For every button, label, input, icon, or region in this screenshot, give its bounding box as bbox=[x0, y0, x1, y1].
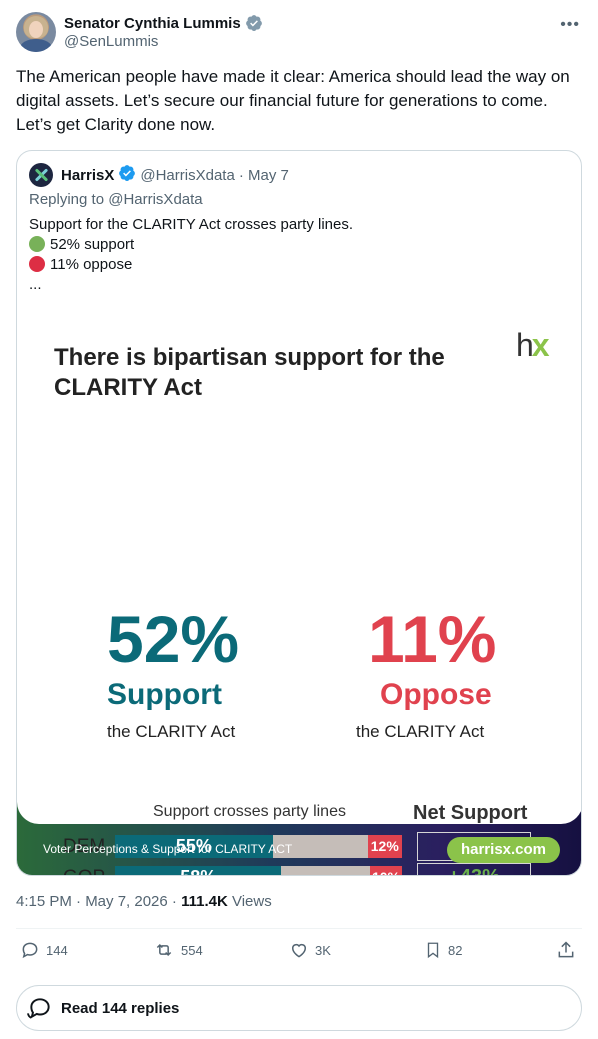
tweet-text: The American people have made it clear: … bbox=[16, 67, 570, 134]
share-icon bbox=[558, 941, 574, 958]
footer-caption: Voter Perceptions & Support for CLARITY … bbox=[43, 842, 293, 856]
quote-support-line: 52% support bbox=[29, 235, 353, 255]
author-avatar[interactable] bbox=[16, 12, 56, 52]
quote-avatar[interactable] bbox=[29, 163, 53, 187]
reply-button[interactable]: 144 bbox=[20, 940, 68, 960]
harrisx-logo: hx bbox=[516, 327, 550, 363]
quote-oppose-line: 11% oppose bbox=[29, 255, 353, 275]
views-count: 111.4K bbox=[181, 893, 228, 910]
share-button[interactable] bbox=[556, 940, 576, 960]
net-support-title: Net Support bbox=[413, 802, 528, 824]
like-button[interactable]: 3K bbox=[289, 940, 331, 960]
quote-line-1: Support for the CLARITY Act crosses part… bbox=[29, 216, 354, 233]
bars-title: Support crosses party lines bbox=[153, 803, 346, 820]
divider bbox=[16, 928, 582, 929]
quote-replying-to: Replying to @HarrisXdata bbox=[29, 191, 203, 208]
heart-icon bbox=[292, 943, 306, 958]
bar-track-gop: 58% 10% bbox=[115, 866, 402, 875]
net-support-gop: +43% bbox=[417, 863, 531, 875]
verified-badge-icon bbox=[245, 14, 263, 32]
tweet-header: Senator Cynthia Lummis @SenLummis ••• bbox=[16, 12, 582, 56]
author-name-row: Senator Cynthia Lummis bbox=[64, 13, 263, 33]
harrisx-link-pill: harrisx.com bbox=[447, 837, 560, 863]
bookmark-icon bbox=[427, 942, 439, 959]
quote-verified-icon bbox=[118, 164, 136, 186]
infographic-card: There is bipartisan support for the CLAR… bbox=[17, 301, 581, 875]
quote-author-name[interactable]: HarrisX bbox=[61, 167, 114, 184]
infographic-title: There is bipartisan support for the CLAR… bbox=[54, 344, 445, 401]
tweet-timestamp[interactable]: 4:15 PM · May 7, 2026 · 111.4K Views bbox=[16, 893, 272, 910]
party-label-gop: GOP bbox=[63, 867, 113, 875]
quote-body: Support for the CLARITY Act crosses part… bbox=[29, 215, 353, 295]
action-bar: 144 554 3K 82 bbox=[16, 940, 582, 968]
more-options-icon[interactable]: ••• bbox=[560, 16, 580, 34]
bookmark-button[interactable]: 82 bbox=[424, 940, 462, 960]
infographic-image[interactable]: There is bipartisan support for the CLAR… bbox=[17, 301, 581, 875]
oppose-sub-label: the CLARITY Act bbox=[356, 722, 485, 741]
oppose-bar-gop: 10% bbox=[370, 866, 402, 875]
quote-handle[interactable]: @HarrisXdata bbox=[140, 167, 234, 184]
support-label: Support bbox=[107, 678, 222, 711]
repost-icon bbox=[156, 943, 172, 957]
oppose-label: Oppose bbox=[380, 678, 492, 711]
oppose-percent: 11% bbox=[368, 602, 497, 676]
oppose-bar-dem: 12% bbox=[367, 835, 402, 858]
author-handle[interactable]: @SenLummis bbox=[64, 33, 158, 50]
red-circle-icon bbox=[29, 256, 45, 272]
author-name[interactable]: Senator Cynthia Lummis bbox=[64, 15, 241, 32]
quote-header: HarrisX @HarrisXdata · May 7 bbox=[29, 163, 289, 187]
support-sub-label: the CLARITY Act bbox=[107, 722, 236, 741]
quoted-tweet[interactable]: HarrisX @HarrisXdata · May 7 Replying to… bbox=[16, 150, 582, 876]
replies-bubble-icon bbox=[27, 998, 50, 1019]
reply-icon bbox=[22, 942, 38, 959]
quote-ellipsis: ... bbox=[29, 276, 42, 293]
read-replies-button[interactable]: Read 144 replies bbox=[16, 985, 582, 1031]
support-percent: 52% bbox=[107, 602, 240, 676]
repost-button[interactable]: 554 bbox=[153, 940, 203, 960]
green-circle-icon bbox=[29, 236, 45, 252]
quote-date[interactable]: · May 7 bbox=[239, 167, 289, 184]
support-bar-gop: 58% bbox=[115, 866, 282, 875]
